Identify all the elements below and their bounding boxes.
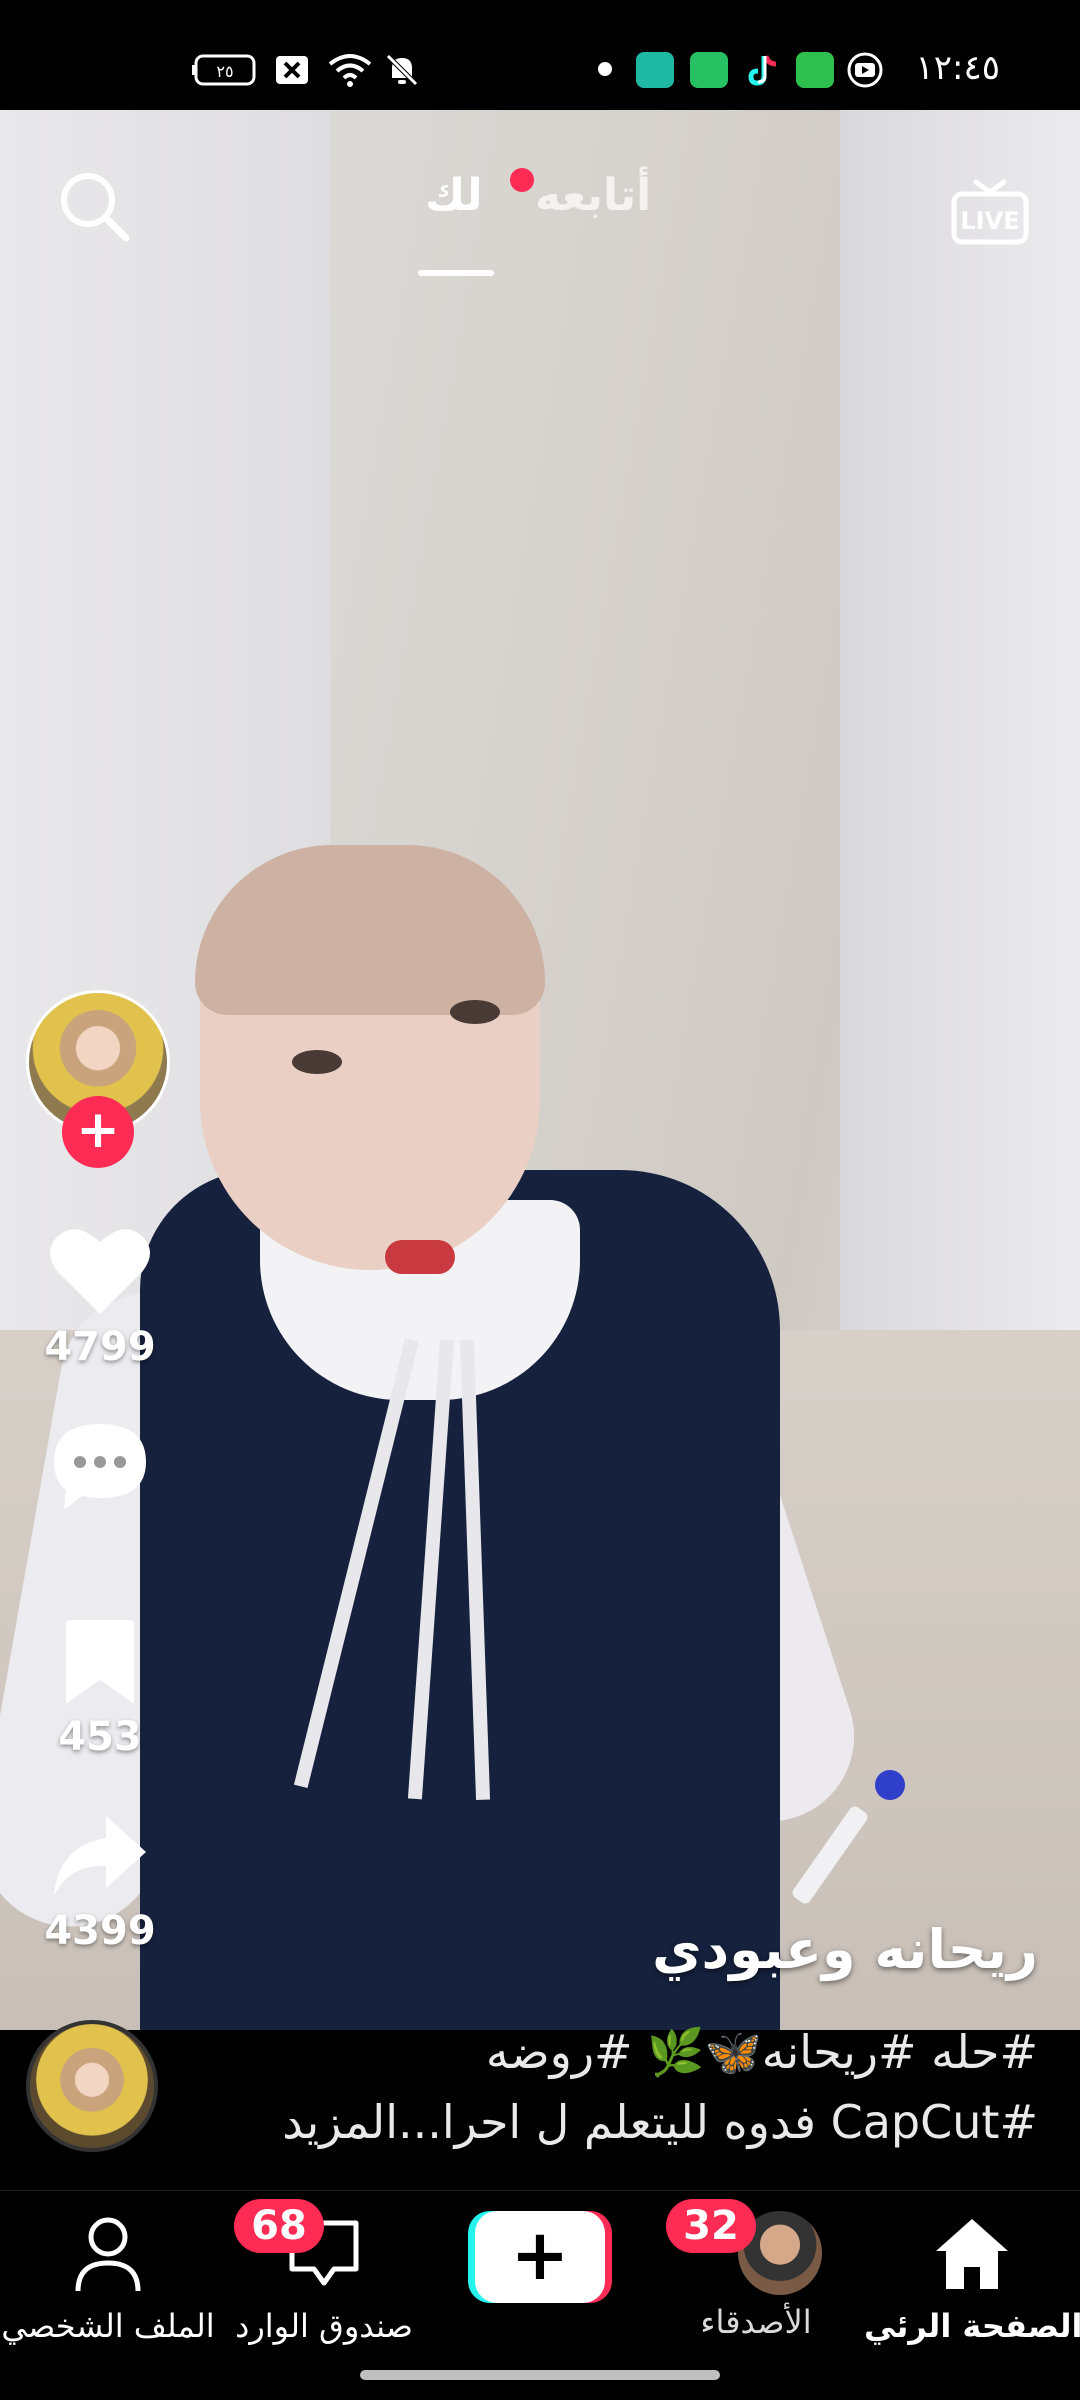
like-button[interactable]: 4799 bbox=[30, 1222, 170, 1370]
status-time: ١٢:٤٥ bbox=[915, 48, 1000, 88]
svg-text:٢٥: ٢٥ bbox=[216, 62, 233, 81]
close-box-icon bbox=[274, 52, 310, 88]
inbox-badge: 68 bbox=[234, 2199, 324, 2253]
friends-badge: 32 bbox=[666, 2199, 756, 2253]
create-button[interactable]: + bbox=[468, 2211, 612, 2303]
bookmark-icon bbox=[66, 1620, 134, 1704]
nav-home[interactable]: الصفحة الرئي... bbox=[864, 2211, 1080, 2345]
nav-profile[interactable]: الملف الشخصي bbox=[0, 2211, 216, 2345]
youtube-app-icon bbox=[846, 52, 884, 88]
notification-dot bbox=[510, 168, 534, 192]
top-navigation: لك أتابعه LIVE bbox=[0, 110, 1080, 290]
home-icon bbox=[936, 2219, 1008, 2289]
music-disc-avatar[interactable] bbox=[26, 2020, 158, 2152]
mute-bell-icon bbox=[384, 52, 420, 88]
person-icon bbox=[75, 2217, 141, 2292]
nav-home-label: الصفحة الرئي... bbox=[864, 2307, 1080, 2345]
video-marker-cap bbox=[875, 1770, 905, 1800]
clipboard-app-icon bbox=[690, 52, 728, 88]
video-subject-eye bbox=[292, 1050, 342, 1074]
comment-icon bbox=[54, 1424, 146, 1510]
wifi-icon bbox=[328, 52, 372, 88]
nav-inbox-label: صندوق الوارد bbox=[235, 2307, 413, 2345]
phone-app-icon bbox=[796, 52, 834, 88]
svg-text:LIVE: LIVE bbox=[960, 207, 1019, 235]
chat-app-icon bbox=[636, 52, 674, 88]
video-background-right bbox=[840, 110, 1080, 1410]
bottom-navigation: الملف الشخصي صندوق الوارد 68 + الأصدقاء … bbox=[0, 2190, 1080, 2400]
share-count: 4399 bbox=[44, 1908, 156, 1954]
video-subject-lips bbox=[385, 1240, 455, 1274]
comment-button[interactable] bbox=[30, 1418, 170, 1520]
tab-following[interactable]: أتابعه bbox=[535, 170, 651, 221]
bookmark-button[interactable]: 453 bbox=[30, 1618, 170, 1760]
tiktok-app-icon bbox=[744, 52, 782, 88]
search-icon[interactable] bbox=[56, 168, 132, 244]
follow-button[interactable]: + bbox=[62, 1096, 134, 1168]
author-username[interactable]: ريحانه وعبودي bbox=[652, 1918, 1038, 1981]
battery-icon: ٢٥ bbox=[192, 52, 258, 88]
gesture-home-indicator[interactable] bbox=[360, 2370, 720, 2380]
share-button[interactable]: 4399 bbox=[30, 1812, 170, 1954]
dot-icon bbox=[598, 62, 612, 76]
share-arrow-icon bbox=[54, 1816, 146, 1896]
video-subject-eye bbox=[450, 1000, 500, 1024]
active-tab-indicator bbox=[418, 270, 494, 276]
bookmark-count: 453 bbox=[58, 1714, 142, 1760]
live-icon[interactable]: LIVE bbox=[950, 168, 1030, 248]
like-count: 4799 bbox=[44, 1324, 156, 1370]
nav-friends-label: الأصدقاء bbox=[700, 2303, 812, 2341]
plus-icon: + bbox=[475, 2211, 605, 2303]
status-bar: ٢٥ ١٢:٤٥ bbox=[0, 0, 1080, 110]
video-caption-hashtags[interactable]: #حله #ريحانه🦋🌿 #روضه bbox=[486, 2025, 1038, 2080]
tab-for-you[interactable]: لك bbox=[425, 170, 483, 221]
video-caption-text[interactable]: #CapCut فدوه لليتعلم ل احرا...المزيد bbox=[282, 2095, 1038, 2149]
nav-profile-label: الملف الشخصي bbox=[1, 2307, 215, 2345]
heart-icon bbox=[50, 1229, 150, 1314]
